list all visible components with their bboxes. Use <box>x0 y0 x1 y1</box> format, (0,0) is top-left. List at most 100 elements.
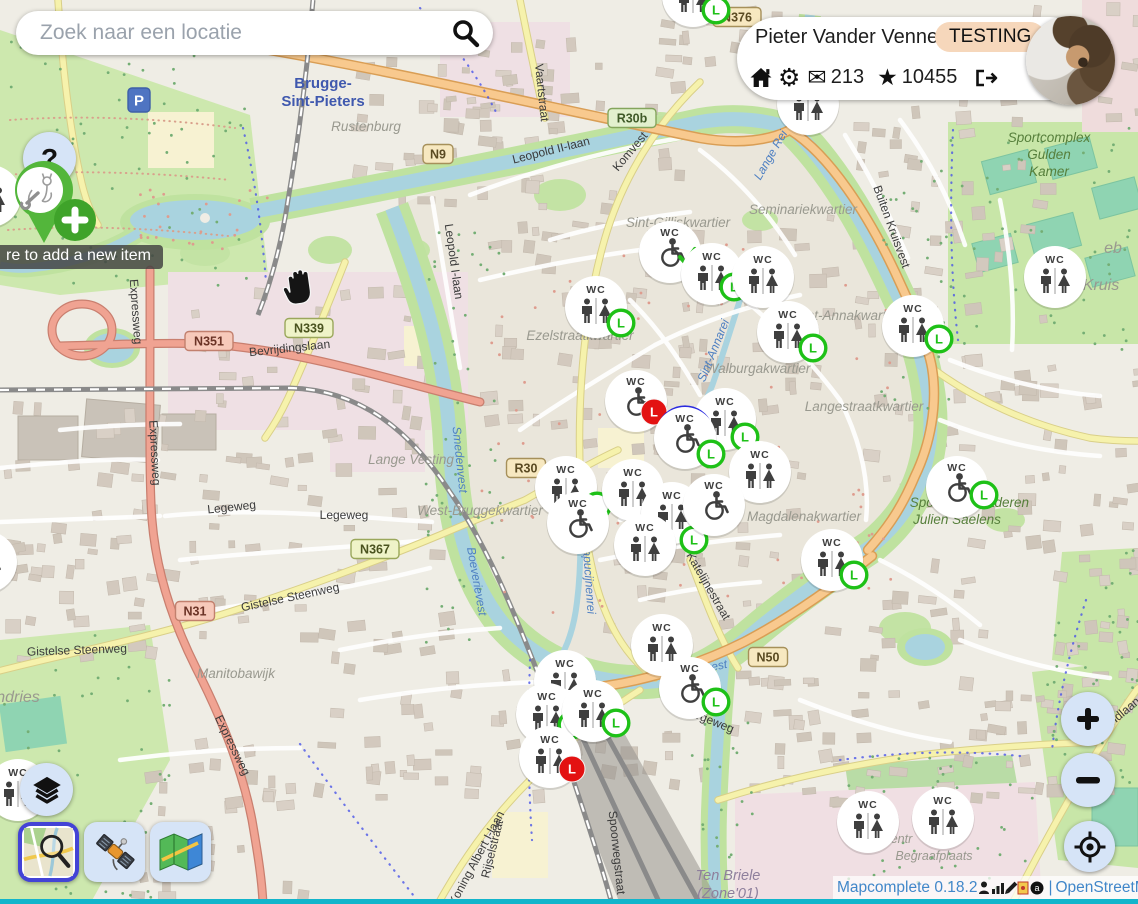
svg-text:L: L <box>617 316 625 331</box>
search-icon[interactable] <box>449 17 481 49</box>
wc-marker[interactable]: WCL <box>882 295 952 359</box>
layers-icon <box>32 775 62 805</box>
map-label: Brugge- <box>294 75 352 92</box>
svg-text:WC: WC <box>660 227 680 239</box>
plus-icon <box>1074 705 1102 733</box>
road-shield: N351 <box>185 332 233 351</box>
road-shield: P <box>128 88 150 112</box>
map-label: eb <box>1104 240 1122 257</box>
map-label: Rustenburg <box>331 119 401 134</box>
svg-text:L: L <box>741 430 749 445</box>
svg-text:WC: WC <box>586 284 606 296</box>
map-label: Begraafplaats <box>895 849 972 863</box>
svg-text:WC: WC <box>933 795 953 807</box>
attribution-bar[interactable]: Mapcomplete 0.18.2 a | OpenStreetMap <box>833 876 1138 900</box>
messages-envelope-icon[interactable]: ✉ <box>807 65 826 91</box>
svg-text:L: L <box>980 488 988 503</box>
svg-text:WC: WC <box>680 663 700 675</box>
home-icon[interactable] <box>749 67 773 88</box>
layers-button[interactable] <box>20 763 73 816</box>
stars-count[interactable]: 10455 <box>902 66 958 89</box>
map-label: Manitobawijk <box>197 666 276 681</box>
minus-icon <box>1074 766 1102 794</box>
map-canvas[interactable]: Brugge-Sint-PietersRustenburgSint-Gillis… <box>0 0 1138 904</box>
background-osm-carto-button[interactable] <box>18 822 79 882</box>
geolocate-button[interactable] <box>1064 821 1115 872</box>
map-label: Lange Vesting <box>368 452 454 467</box>
map-label: Sint-Pieters <box>281 93 364 110</box>
map-label: Gistelse Steenweg <box>240 580 341 614</box>
map-label: Legeweg <box>320 508 369 522</box>
zoom-in-button[interactable] <box>1061 692 1115 746</box>
attribution-mini-icons[interactable]: a <box>978 880 1044 896</box>
svg-text:WC: WC <box>623 467 643 479</box>
star-icon[interactable]: ★ <box>877 65 898 91</box>
road-shield: N50 <box>749 648 788 667</box>
svg-text:WC: WC <box>715 396 735 408</box>
svg-text:WC: WC <box>947 462 967 474</box>
location-search-bar[interactable] <box>16 11 493 55</box>
map-label: Ten Briele <box>696 868 761 884</box>
road-shield: N31 <box>176 602 215 621</box>
svg-text:WC: WC <box>778 309 798 321</box>
app-version-link[interactable]: Mapcomplete 0.18.2 <box>837 879 977 897</box>
svg-text:WC: WC <box>556 464 576 476</box>
openstreetmap-link[interactable]: OpenStreetMap <box>1055 879 1138 897</box>
wc-marker[interactable]: WC <box>912 787 975 851</box>
settings-gear-icon[interactable]: ⚙ <box>778 63 800 92</box>
road-shield: N367 <box>351 540 399 559</box>
svg-text:WC: WC <box>583 688 603 700</box>
map-label: Sportcomplex <box>1008 130 1092 145</box>
svg-text:L: L <box>690 533 698 548</box>
theme-icon <box>1018 882 1028 894</box>
messages-count[interactable]: 213 <box>831 66 864 89</box>
logout-icon[interactable] <box>974 68 998 88</box>
wc-marker[interactable]: WC <box>837 791 900 855</box>
map-label: Langestraatkwartier <box>805 399 924 414</box>
svg-text:WC: WC <box>662 490 682 502</box>
svg-text:N339: N339 <box>294 322 324 336</box>
user-name: Pieter Vander Vennet <box>755 26 944 49</box>
copyright-icon: a <box>1031 882 1044 895</box>
svg-text:L: L <box>712 3 720 18</box>
svg-text:WC: WC <box>626 376 646 388</box>
map-label: ndries <box>0 689 40 706</box>
svg-text:WC: WC <box>702 251 722 263</box>
map-label: Magdalenakwartier <box>747 509 862 524</box>
svg-text:N367: N367 <box>360 543 390 557</box>
svg-text:a: a <box>1035 883 1040 893</box>
svg-text:WC: WC <box>652 622 672 634</box>
attribution-separator: | <box>1048 879 1052 897</box>
svg-text:WC: WC <box>635 522 655 534</box>
svg-text:R30: R30 <box>515 462 538 476</box>
wc-marker[interactable]: WC <box>1024 246 1087 310</box>
svg-text:L: L <box>712 695 720 710</box>
svg-text:WC: WC <box>675 413 695 425</box>
wc-marker[interactable]: WC <box>732 246 795 310</box>
svg-text:N31: N31 <box>184 605 207 619</box>
mapcomplete-app: Brugge-Sint-PietersRustenburgSint-Gillis… <box>0 0 1138 904</box>
wc-marker[interactable]: WC <box>547 492 610 556</box>
svg-text:R30b: R30b <box>617 112 648 126</box>
search-input[interactable] <box>38 20 449 46</box>
wc-marker[interactable]: WC <box>614 514 677 578</box>
background-satellite-button[interactable] <box>84 822 145 882</box>
user-avatar[interactable] <box>1026 16 1115 105</box>
crosshair-location-icon <box>1073 830 1107 864</box>
svg-text:N351: N351 <box>194 335 224 349</box>
svg-text:L: L <box>707 447 715 462</box>
satellite-icon <box>93 830 137 874</box>
mapcomplete-pin-logo[interactable] <box>2 148 114 260</box>
svg-text:L: L <box>850 568 858 583</box>
background-map-button[interactable] <box>150 822 211 882</box>
svg-text:L: L <box>612 716 620 731</box>
map-label: Seminariekwartier <box>749 202 858 217</box>
stats-icon <box>992 883 1004 894</box>
zoom-out-button[interactable] <box>1061 753 1115 807</box>
wc-marker[interactable]: WC <box>683 474 746 538</box>
svg-text:WC: WC <box>555 658 575 670</box>
map-label: West-Bruggekwartier <box>417 503 543 518</box>
svg-text:WC: WC <box>903 303 923 315</box>
svg-text:WC: WC <box>704 480 724 492</box>
road-shield: N9 <box>423 145 453 164</box>
